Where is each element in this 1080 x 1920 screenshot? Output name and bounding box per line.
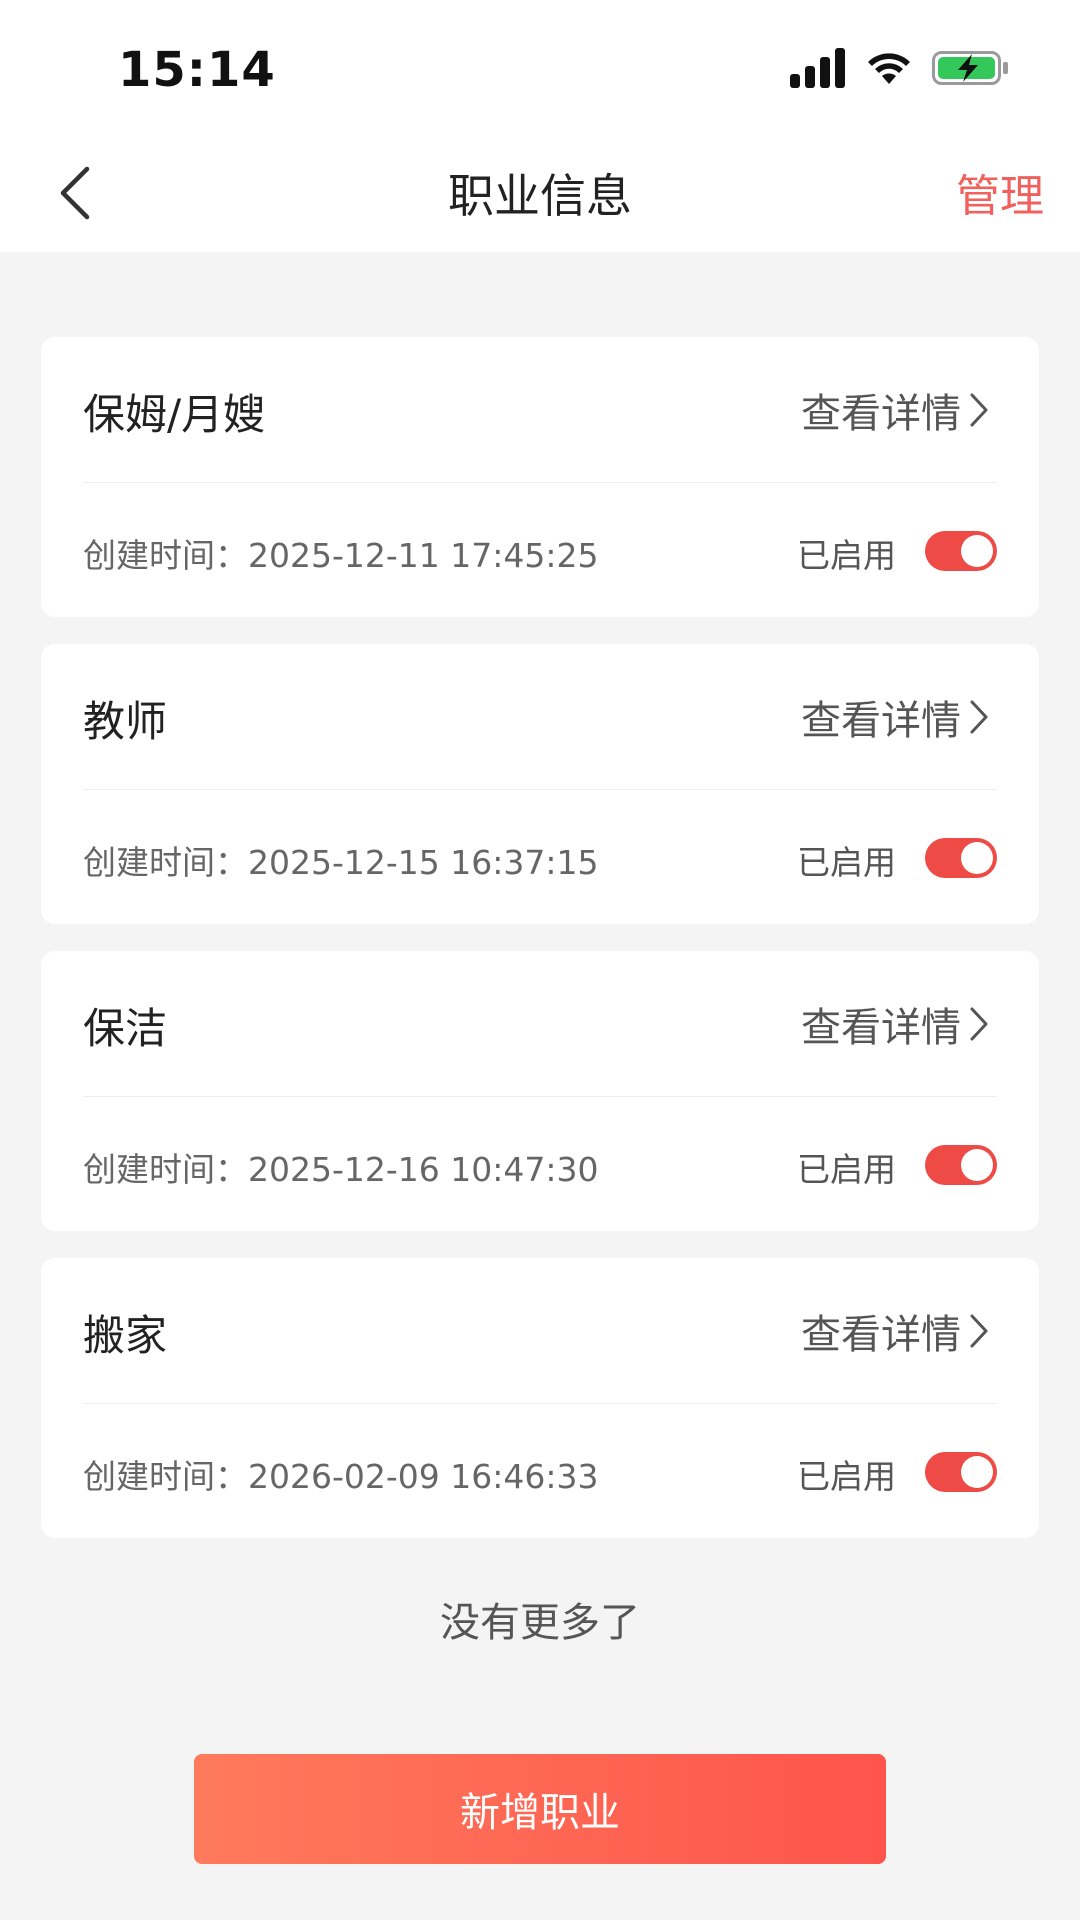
view-details-label: 查看详情 <box>801 1312 961 1358</box>
navigation-bar: 职业信息 管理 <box>0 130 1080 252</box>
status-label: 已启用 <box>797 536 896 575</box>
created-time: 创建时间：2025-12-16 10:47:30 <box>83 1150 599 1189</box>
status-bar: 15:14 <box>0 0 1080 130</box>
status-label: 已启用 <box>797 1150 896 1189</box>
created-time: 创建时间：2026-02-09 16:46:33 <box>83 1457 599 1496</box>
occupation-name: 教师 <box>83 697 168 746</box>
created-time: 创建时间：2025-12-11 17:45:25 <box>83 536 599 575</box>
occupation-card: 教师 查看详情 创建时间：2025-12-15 16:37:15 已启用 <box>41 644 1039 924</box>
created-time: 创建时间：2025-12-15 16:37:15 <box>83 843 599 882</box>
status-label: 已启用 <box>797 1457 896 1496</box>
add-occupation-button[interactable]: 新增职业 <box>194 1754 886 1864</box>
wifi-icon <box>868 53 910 84</box>
view-details-link[interactable]: 查看详情 <box>801 1302 989 1360</box>
enable-toggle[interactable] <box>925 1452 997 1492</box>
toggle-knob <box>961 842 993 874</box>
page-title: 职业信息 <box>448 169 632 223</box>
manage-button[interactable]: 管理 <box>956 160 1044 224</box>
status-label: 已启用 <box>797 843 896 882</box>
divider <box>83 1403 997 1404</box>
status-icons <box>790 48 1010 88</box>
occupation-name: 保姆/月嫂 <box>83 390 266 439</box>
view-details-link[interactable]: 查看详情 <box>801 381 989 439</box>
divider <box>83 482 997 483</box>
occupation-list: 保姆/月嫂 查看详情 创建时间：2025-12-11 17:45:25 已启用 … <box>41 337 1039 1565</box>
chevron-right-icon <box>970 393 988 427</box>
view-details-link[interactable]: 查看详情 <box>801 995 989 1053</box>
cellular-signal-icon <box>790 48 845 88</box>
view-details-label: 查看详情 <box>801 1005 961 1051</box>
chevron-right-icon <box>970 1007 988 1041</box>
status-time: 15:14 <box>118 42 276 98</box>
enable-toggle[interactable] <box>925 838 997 878</box>
chevron-right-icon <box>970 1314 988 1348</box>
toggle-knob <box>961 1456 993 1488</box>
divider <box>83 789 997 790</box>
no-more-text: 没有更多了 <box>440 1600 640 1646</box>
toggle-knob <box>961 535 993 567</box>
battery-charging-icon <box>932 51 1008 85</box>
occupation-name: 保洁 <box>83 1004 168 1053</box>
chevron-right-icon <box>970 700 988 734</box>
view-details-label: 查看详情 <box>801 698 961 744</box>
divider <box>83 1096 997 1097</box>
view-details-link[interactable]: 查看详情 <box>801 688 989 746</box>
occupation-card: 保洁 查看详情 创建时间：2025-12-16 10:47:30 已启用 <box>41 951 1039 1231</box>
occupation-card: 保姆/月嫂 查看详情 创建时间：2025-12-11 17:45:25 已启用 <box>41 337 1039 617</box>
enable-toggle[interactable] <box>925 531 997 571</box>
view-details-label: 查看详情 <box>801 391 961 437</box>
occupation-card: 搬家 查看详情 创建时间：2026-02-09 16:46:33 已启用 <box>41 1258 1039 1538</box>
occupation-name: 搬家 <box>83 1311 168 1360</box>
enable-toggle[interactable] <box>925 1145 997 1185</box>
toggle-knob <box>961 1149 993 1181</box>
